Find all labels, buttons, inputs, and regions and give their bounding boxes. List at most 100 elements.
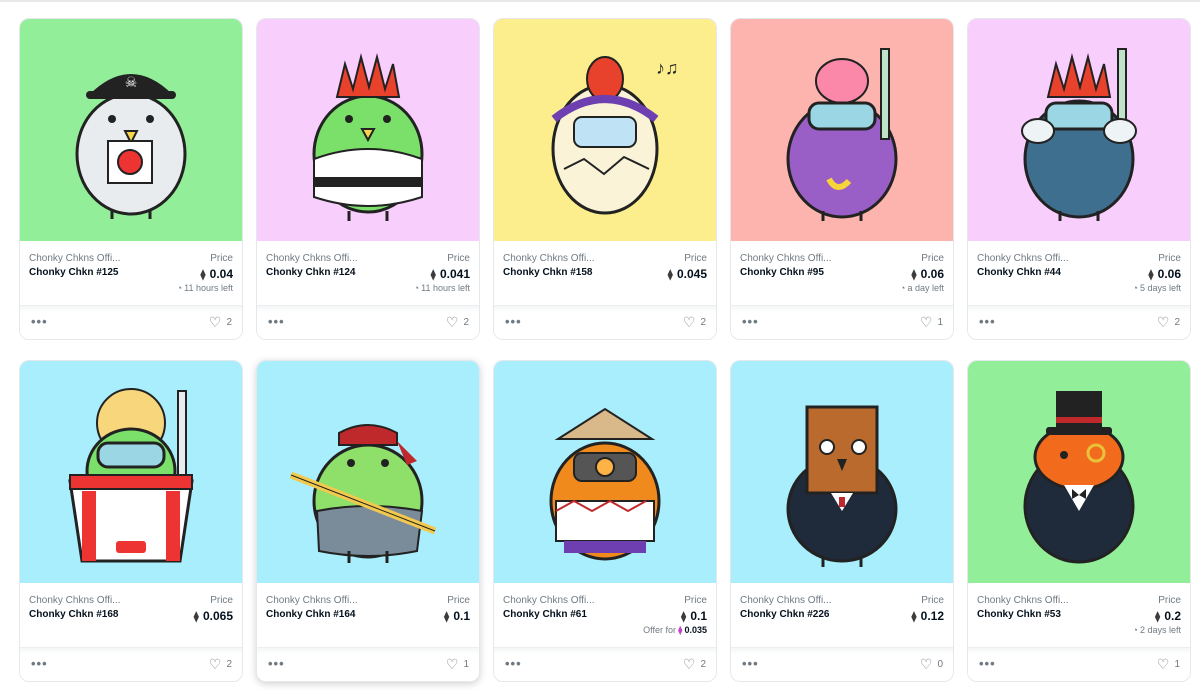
time-left: ◔ a day left <box>900 283 944 293</box>
heart-icon: ♡ <box>682 314 696 330</box>
like-button[interactable]: ♡ 2 <box>209 657 232 671</box>
item-name[interactable]: Chonky Chkn #125 <box>29 267 118 278</box>
ethereum-icon: ⧫ <box>911 611 917 623</box>
nft-card[interactable]: Chonky Chkns Offi... Chonky Chkn #95 Pri… <box>730 18 954 340</box>
card-info: Chonky Chkns Offi... Chonky Chkn #164 Pr… <box>257 583 479 649</box>
collection-name[interactable]: Chonky Chkns Offi... <box>740 595 832 606</box>
like-button[interactable]: ♡ 2 <box>683 657 706 671</box>
nft-image[interactable] <box>257 19 479 241</box>
like-button[interactable]: ♡ 2 <box>683 315 706 329</box>
like-count: 1 <box>1174 658 1180 670</box>
card-footer: ••• ♡ 0 <box>731 647 953 681</box>
nft-card[interactable]: Chonky Chkns Offi... Chonky Chkn #61 Pri… <box>493 360 717 682</box>
more-options-icon[interactable]: ••• <box>742 314 759 329</box>
item-name[interactable]: Chonky Chkn #226 <box>740 609 829 620</box>
collection-name[interactable]: Chonky Chkns Offi... <box>266 253 358 264</box>
price-label: Price <box>1158 595 1181 606</box>
nft-image[interactable]: ☠ <box>20 19 242 241</box>
item-name[interactable]: Chonky Chkn #53 <box>977 609 1061 620</box>
like-button[interactable]: ♡ 1 <box>1157 657 1180 671</box>
collection-name[interactable]: Chonky Chkns Offi... <box>29 253 121 264</box>
card-footer: ••• ♡ 1 <box>257 647 479 681</box>
nft-card[interactable]: Chonky Chkns Offi... Chonky Chkn #53 Pri… <box>967 360 1191 682</box>
heart-icon: ♡ <box>208 656 222 672</box>
nft-image[interactable] <box>968 361 1190 583</box>
offer: Offer for ⧫ 0.035 <box>643 625 707 635</box>
price-label: Price <box>684 253 707 264</box>
price-value: ⧫ 0.065 <box>193 609 233 623</box>
like-button[interactable]: ♡ 1 <box>446 657 469 671</box>
chicken-art <box>731 361 953 583</box>
nft-card[interactable]: Chonky Chkns Offi... Chonky Chkn #226 Pr… <box>730 360 954 682</box>
collection-name[interactable]: Chonky Chkns Offi... <box>266 595 358 606</box>
nft-image[interactable] <box>257 361 479 583</box>
like-button[interactable]: ♡ 2 <box>209 315 232 329</box>
like-count: 2 <box>463 316 469 328</box>
clock-icon: ◔ <box>413 283 420 293</box>
collection-name[interactable]: Chonky Chkns Offi... <box>977 595 1069 606</box>
item-name[interactable]: Chonky Chkn #95 <box>740 267 824 278</box>
chicken-art <box>968 361 1190 583</box>
nft-image[interactable] <box>494 361 716 583</box>
more-options-icon[interactable]: ••• <box>505 314 522 329</box>
more-options-icon[interactable]: ••• <box>31 656 48 671</box>
like-button[interactable]: ♡ 2 <box>1157 315 1180 329</box>
like-count: 1 <box>937 316 943 328</box>
nft-card[interactable]: ♪♫ Chonky Chkns Offi... Chonky Chkn #158… <box>493 18 717 340</box>
item-name[interactable]: Chonky Chkn #44 <box>977 267 1061 278</box>
nft-card[interactable]: Chonky Chkns Offi... Chonky Chkn #164 Pr… <box>256 360 480 682</box>
more-options-icon[interactable]: ••• <box>268 314 285 329</box>
chicken-art: ☠ <box>20 19 242 241</box>
chicken-art: ♪♫ <box>494 19 716 241</box>
more-options-icon[interactable]: ••• <box>979 656 996 671</box>
more-options-icon[interactable]: ••• <box>742 656 759 671</box>
weth-icon: ⧫ <box>678 625 683 635</box>
collection-name[interactable]: Chonky Chkns Offi... <box>29 595 121 606</box>
collection-name[interactable]: Chonky Chkns Offi... <box>977 253 1069 264</box>
card-info: Chonky Chkns Offi... Chonky Chkn #124 Pr… <box>257 241 479 307</box>
item-name[interactable]: Chonky Chkn #164 <box>266 609 355 620</box>
nft-image[interactable] <box>731 19 953 241</box>
item-name[interactable]: Chonky Chkn #124 <box>266 267 355 278</box>
like-count: 2 <box>700 658 706 670</box>
collection-name[interactable]: Chonky Chkns Offi... <box>740 253 832 264</box>
heart-icon: ♡ <box>682 656 696 672</box>
item-name[interactable]: Chonky Chkn #168 <box>29 609 118 620</box>
more-options-icon[interactable]: ••• <box>31 314 48 329</box>
collection-name[interactable]: Chonky Chkns Offi... <box>503 595 595 606</box>
price-value: ⧫ 0.041 <box>430 267 470 281</box>
card-info: Chonky Chkns Offi... Chonky Chkn #95 Pri… <box>731 241 953 307</box>
item-name[interactable]: Chonky Chkn #158 <box>503 267 592 278</box>
nft-image[interactable]: ♪♫ <box>494 19 716 241</box>
nft-card[interactable]: Chonky Chkns Offi... Chonky Chkn #168 Pr… <box>19 360 243 682</box>
collection-name[interactable]: Chonky Chkns Offi... <box>503 253 595 264</box>
price-label: Price <box>684 595 707 606</box>
price-label: Price <box>447 253 470 264</box>
nft-card[interactable]: Chonky Chkns Offi... Chonky Chkn #44 Pri… <box>967 18 1191 340</box>
nft-card[interactable]: ☠ Chonky Chkns Offi... Chonky Chkn #125 … <box>19 18 243 340</box>
nft-image[interactable] <box>968 19 1190 241</box>
ethereum-icon: ⧫ <box>911 269 917 281</box>
time-left: ◔ 5 days left <box>1132 283 1181 293</box>
more-options-icon[interactable]: ••• <box>505 656 522 671</box>
heart-icon: ♡ <box>1156 314 1170 330</box>
like-count: 1 <box>463 658 469 670</box>
card-footer: ••• ♡ 2 <box>20 647 242 681</box>
heart-icon: ♡ <box>445 656 459 672</box>
chicken-art <box>20 361 242 583</box>
like-button[interactable]: ♡ 2 <box>446 315 469 329</box>
item-name[interactable]: Chonky Chkn #61 <box>503 609 587 620</box>
nft-image[interactable] <box>731 361 953 583</box>
clock-icon: ◔ <box>1132 283 1138 293</box>
nft-image[interactable] <box>20 361 242 583</box>
more-options-icon[interactable]: ••• <box>268 656 285 671</box>
nft-card[interactable]: Chonky Chkns Offi... Chonky Chkn #124 Pr… <box>256 18 480 340</box>
like-count: 2 <box>226 658 232 670</box>
like-button[interactable]: ♡ 0 <box>920 657 943 671</box>
price-value: ⧫ 0.04 <box>200 267 233 281</box>
like-button[interactable]: ♡ 1 <box>920 315 943 329</box>
more-options-icon[interactable]: ••• <box>979 314 996 329</box>
svg-text:♪♫: ♪♫ <box>656 58 679 78</box>
heart-icon: ♡ <box>919 656 933 672</box>
clock-icon: ◔ <box>176 283 183 293</box>
